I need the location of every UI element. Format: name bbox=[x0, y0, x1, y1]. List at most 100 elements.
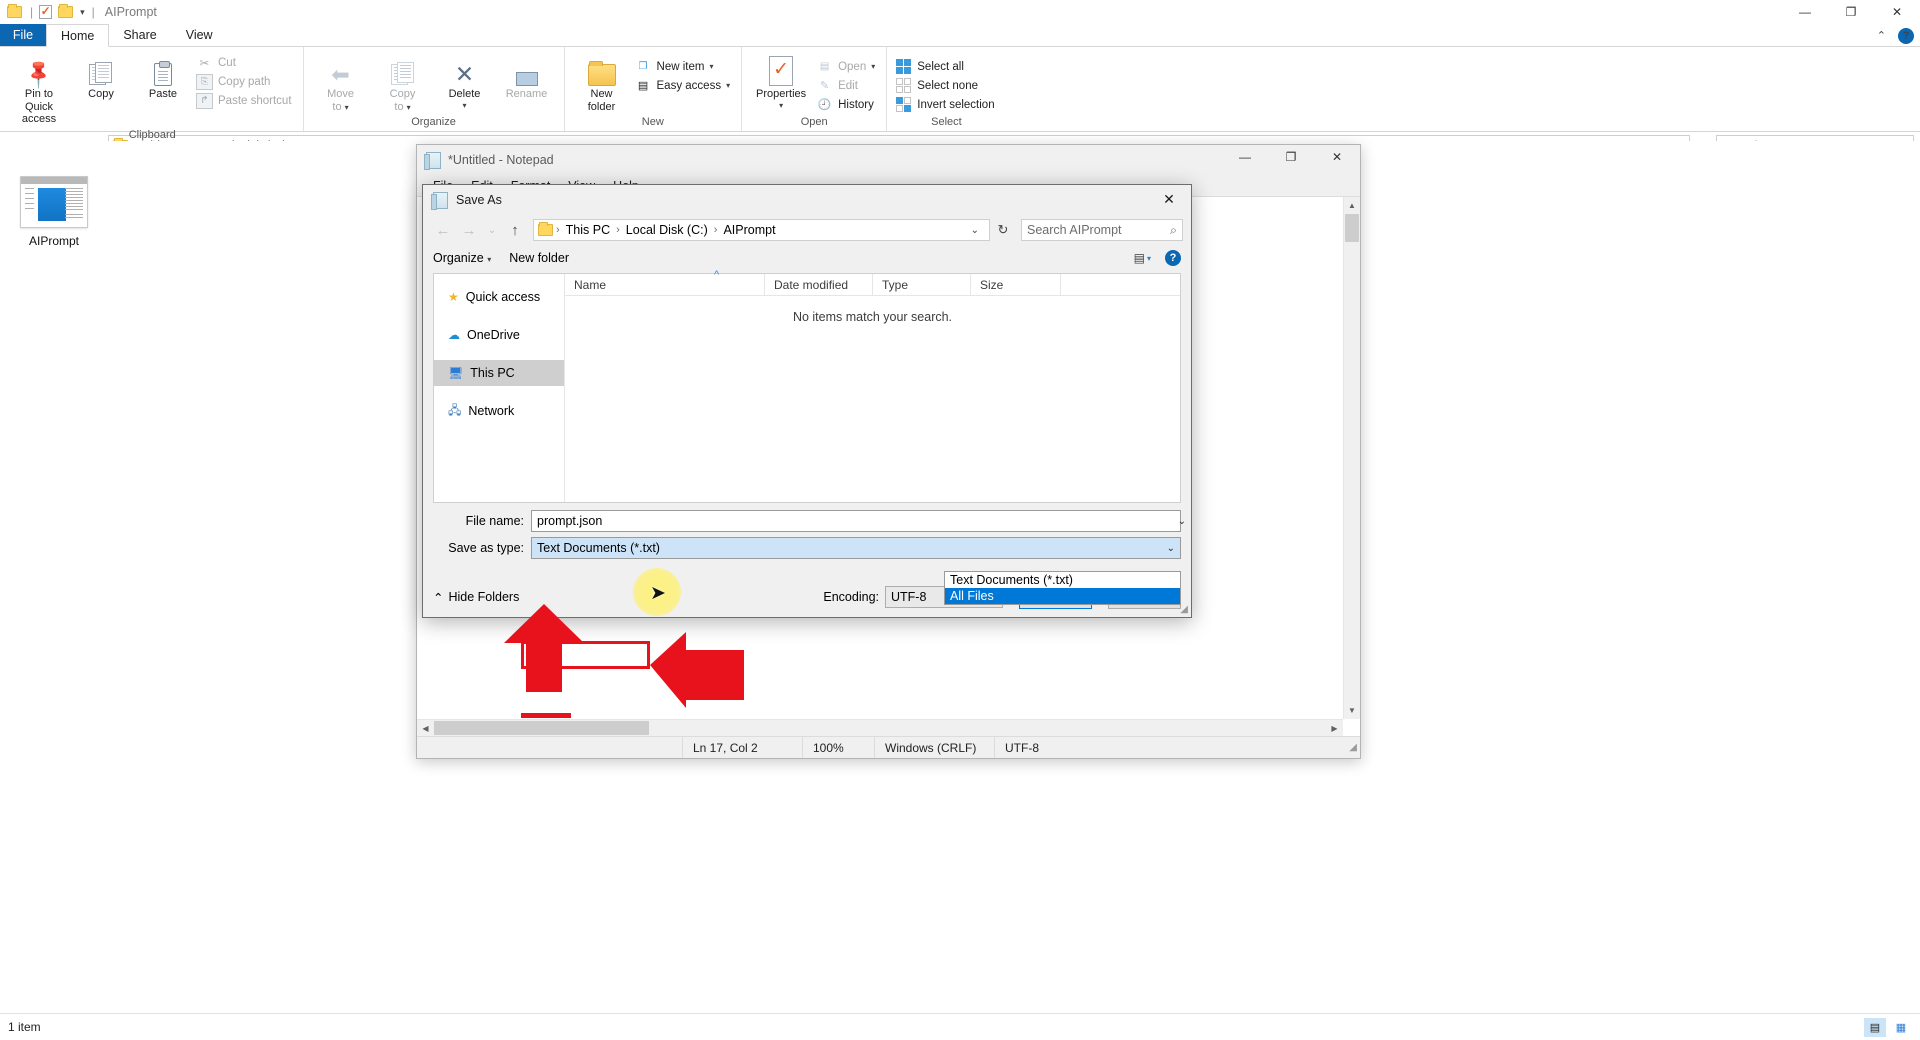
scroll-right-icon[interactable]: ▶ bbox=[1326, 720, 1343, 736]
copy-to-button[interactable]: Copy to ▾ bbox=[372, 51, 434, 116]
chevron-down-icon[interactable]: ⌄ bbox=[1178, 516, 1186, 527]
column-date-modified[interactable]: Date modified bbox=[765, 274, 873, 295]
select-all-icon bbox=[895, 59, 912, 75]
paste-button[interactable]: Paste bbox=[132, 51, 194, 104]
copy-path-button[interactable]: ⎘ Copy path bbox=[194, 72, 297, 91]
paste-shortcut-button[interactable]: ↱ Paste shortcut bbox=[194, 91, 297, 110]
nav-item-network[interactable]: 🖧 Network bbox=[434, 398, 564, 424]
maximize-button[interactable]: ❐ bbox=[1268, 145, 1314, 169]
move-to-button[interactable]: ⬅ Move to ▾ bbox=[310, 51, 372, 116]
column-size[interactable]: Size bbox=[971, 274, 1061, 295]
dropdown-option-all-files[interactable]: All Files bbox=[945, 588, 1180, 604]
refresh-button[interactable]: ↻ bbox=[992, 222, 1014, 238]
nav-item-this-pc[interactable]: 🖥 This PC bbox=[434, 360, 564, 386]
open-button[interactable]: ▤ Open ▾ bbox=[814, 57, 880, 76]
column-name[interactable]: Name bbox=[565, 274, 765, 295]
edit-button[interactable]: ✎ Edit bbox=[814, 76, 880, 95]
recent-locations-button[interactable]: ⌄ bbox=[483, 218, 501, 242]
maximize-button[interactable]: ❐ bbox=[1828, 0, 1874, 24]
change-view-icon[interactable]: ▤ ▾ bbox=[1134, 251, 1151, 265]
tab-file[interactable]: File bbox=[0, 24, 46, 46]
history-button[interactable]: 🕘 History bbox=[814, 95, 880, 114]
clipboard-small-buttons: ✂ Cut ⎘ Copy path ↱ Paste shortcut bbox=[194, 51, 297, 110]
notepad-horizontal-scrollbar[interactable]: ◀ ▶ bbox=[417, 719, 1343, 736]
easy-access-icon: ▤ bbox=[637, 80, 649, 92]
back-button[interactable]: ← bbox=[431, 218, 455, 242]
cut-button[interactable]: ✂ Cut bbox=[194, 53, 297, 72]
encoding-label: Encoding: bbox=[823, 590, 879, 604]
move-to-icon: ⬅ bbox=[331, 62, 350, 87]
notepad-icon bbox=[424, 151, 441, 170]
select-all-button[interactable]: Select all bbox=[893, 57, 999, 76]
tab-view[interactable]: View bbox=[172, 24, 228, 46]
chevron-down-icon[interactable]: ▾ bbox=[726, 81, 730, 90]
nav-item-quick-access[interactable]: ★ Quick access bbox=[434, 284, 564, 310]
copy-to-icon bbox=[390, 54, 415, 86]
forward-button[interactable]: → bbox=[457, 218, 481, 242]
select-none-button[interactable]: Select none bbox=[893, 76, 999, 95]
breadcrumb-this-pc[interactable]: This PC bbox=[563, 223, 613, 237]
column-type[interactable]: Type bbox=[873, 274, 971, 295]
up-button[interactable]: ↑ bbox=[503, 218, 527, 242]
pin-to-quick-access-button[interactable]: 📌 Pin to Quick access bbox=[8, 51, 70, 129]
collapse-ribbon-icon[interactable]: ⌃ bbox=[1877, 29, 1886, 42]
scissors-icon: ✂ bbox=[199, 57, 210, 70]
save-as-type-dropdown[interactable]: Text Documents (*.txt) All Files bbox=[944, 571, 1181, 605]
breadcrumb-separator: › bbox=[616, 224, 620, 236]
new-folder-qat-icon[interactable] bbox=[57, 4, 73, 20]
dropdown-option-text-documents[interactable]: Text Documents (*.txt) bbox=[945, 572, 1180, 588]
file-item-aiprompt[interactable]: AIPrompt bbox=[14, 176, 94, 248]
copy-button[interactable]: Copy bbox=[70, 51, 132, 104]
horizontal-scroll-thumb[interactable] bbox=[434, 721, 649, 735]
address-dropdown-icon[interactable]: ⌄ bbox=[965, 225, 985, 236]
ribbon-tab-bar: File Home Share View ⌃ ? bbox=[0, 24, 1920, 47]
zoom-level[interactable]: 100% bbox=[802, 737, 874, 758]
large-icons-view-icon[interactable]: ▦ bbox=[1890, 1018, 1912, 1037]
scroll-down-icon[interactable]: ▼ bbox=[1344, 702, 1360, 719]
easy-access-button[interactable]: ▤ Easy access ▾ bbox=[633, 76, 736, 95]
properties-check-icon[interactable] bbox=[37, 4, 53, 20]
notepad-title: *Untitled - Notepad bbox=[448, 153, 554, 167]
save-as-search-input[interactable]: Search AIPrompt ⌕ bbox=[1021, 219, 1183, 241]
rename-button[interactable]: Rename bbox=[496, 51, 558, 104]
help-icon[interactable]: ? bbox=[1165, 250, 1181, 266]
chevron-down-icon[interactable]: ▾ bbox=[80, 7, 85, 18]
chevron-down-icon[interactable]: ▾ bbox=[779, 101, 783, 110]
breadcrumb-local-disk[interactable]: Local Disk (C:) bbox=[623, 223, 711, 237]
nav-item-onedrive[interactable]: ☁ OneDrive bbox=[434, 322, 564, 348]
minimize-button[interactable]: — bbox=[1222, 145, 1268, 169]
minimize-button[interactable]: — bbox=[1782, 0, 1828, 24]
save-as-type-combo[interactable]: Text Documents (*.txt) ⌄ bbox=[531, 537, 1181, 559]
close-button[interactable]: ✕ bbox=[1874, 0, 1920, 24]
notepad-vertical-scrollbar[interactable]: ▲ ▼ bbox=[1343, 197, 1360, 719]
tab-home[interactable]: Home bbox=[46, 24, 110, 47]
organize-button[interactable]: Organize ▾ bbox=[433, 251, 491, 265]
invert-selection-button[interactable]: Invert selection bbox=[893, 95, 999, 114]
save-as-file-list[interactable]: Name Date modified Type Size ^ No items … bbox=[565, 269, 1180, 502]
file-name-input[interactable]: prompt.json ⌄ bbox=[531, 510, 1186, 532]
chevron-down-icon[interactable]: ⌄ bbox=[1167, 543, 1175, 554]
details-view-icon[interactable]: ▤ bbox=[1864, 1017, 1886, 1037]
vertical-scroll-thumb[interactable] bbox=[1345, 214, 1359, 242]
resize-grip-icon[interactable]: ◢ bbox=[1349, 742, 1360, 753]
new-folder-button[interactable]: New folder bbox=[571, 51, 633, 116]
resize-grip-icon[interactable]: ◢ bbox=[1180, 604, 1188, 615]
help-icon[interactable]: ? bbox=[1898, 27, 1914, 44]
scroll-left-icon[interactable]: ◀ bbox=[417, 720, 434, 736]
close-button[interactable]: ✕ bbox=[1314, 145, 1360, 169]
file-item-label: AIPrompt bbox=[28, 234, 79, 248]
scroll-up-icon[interactable]: ▲ bbox=[1344, 197, 1360, 214]
chevron-down-icon[interactable]: ▾ bbox=[463, 101, 467, 110]
new-item-button[interactable]: ❐ New item ▾ bbox=[633, 57, 736, 76]
hide-folders-button[interactable]: ⌃ Hide Folders bbox=[433, 590, 519, 605]
tab-share[interactable]: Share bbox=[109, 24, 171, 46]
delete-button[interactable]: ✕ Delete ▾ bbox=[434, 51, 496, 113]
breadcrumb-aiprompt[interactable]: AIPrompt bbox=[720, 223, 778, 237]
properties-button[interactable]: Properties ▾ bbox=[748, 51, 814, 113]
chevron-down-icon[interactable]: ▾ bbox=[871, 62, 875, 71]
close-button[interactable]: ✕ bbox=[1147, 185, 1191, 214]
new-small-buttons: ❐ New item ▾ ▤ Easy access ▾ bbox=[633, 51, 736, 95]
chevron-down-icon[interactable]: ▾ bbox=[709, 62, 713, 71]
new-folder-button[interactable]: New folder bbox=[509, 251, 569, 265]
address-field[interactable]: › This PC › Local Disk (C:) › AIPrompt ⌄ bbox=[533, 219, 990, 241]
